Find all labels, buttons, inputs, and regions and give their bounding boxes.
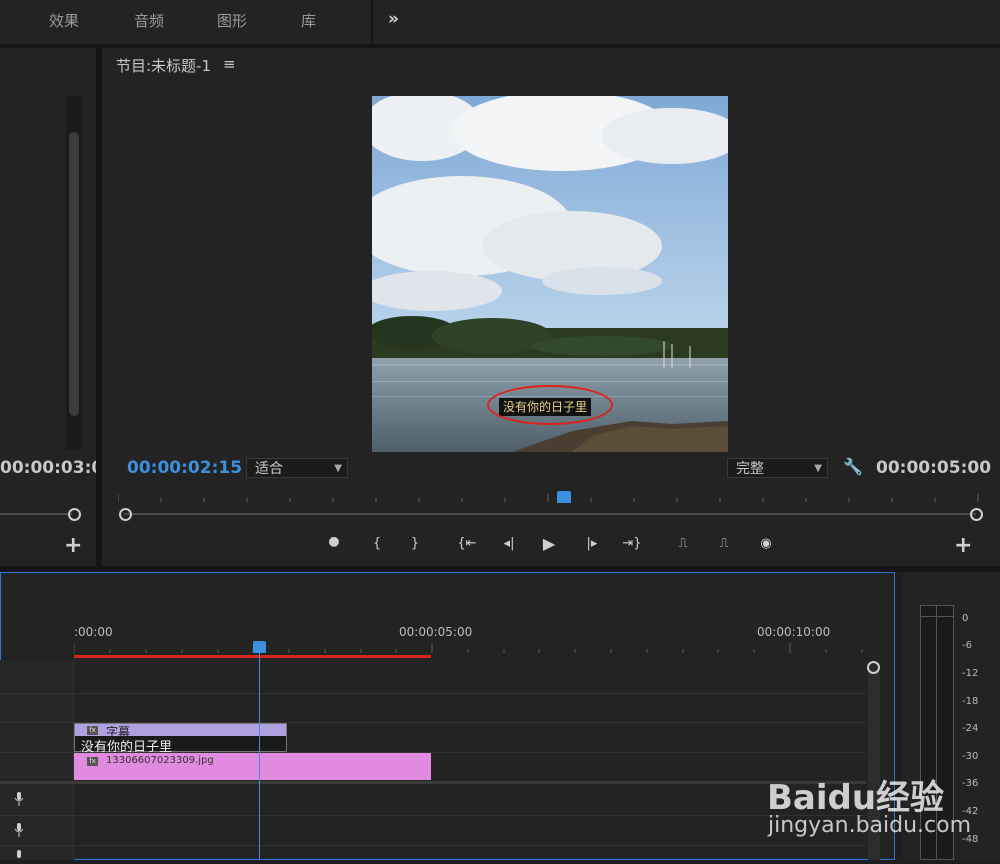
wrench-icon[interactable]: 🔧 <box>843 457 863 476</box>
program-monitor-title[interactable]: 节目:未标题-1 <box>116 55 211 76</box>
chevron-down-icon: ▼ <box>814 463 822 474</box>
meter-peak-line <box>920 616 954 617</box>
track-divider <box>0 693 866 694</box>
playback-resolution-value: 完整 <box>736 461 764 477</box>
program-zoom-knob-right[interactable] <box>970 508 983 521</box>
mark-out-icon[interactable]: } <box>404 535 426 553</box>
program-add-button[interactable]: + <box>954 533 972 558</box>
ruler-label-5s: 00:00:05:00 <box>399 625 473 639</box>
fx-badge-icon: fx <box>87 757 98 766</box>
track-divider <box>0 845 866 846</box>
program-zoom-bar[interactable] <box>124 513 976 515</box>
tab-effects[interactable]: 效果 <box>49 10 79 31</box>
program-playhead[interactable] <box>557 491 571 503</box>
source-scroll-thumb[interactable] <box>69 132 79 416</box>
tab-graphics[interactable]: 图形 <box>217 10 247 31</box>
panel-menu-icon[interactable]: ≡ <box>223 55 236 73</box>
zoom-level-value: 适合 <box>255 461 283 477</box>
program-duration-timecode: 00:00:05:00 <box>876 458 992 478</box>
meter-label: -24 <box>962 723 979 734</box>
meter-label: -18 <box>962 696 979 707</box>
chevron-down-icon: ▼ <box>334 463 342 474</box>
tab-libraries[interactable]: 库 <box>301 10 316 31</box>
source-zoom-knob[interactable] <box>68 508 81 521</box>
image-clip-label: 13306607023309.jpg <box>106 755 214 766</box>
meter-label: -12 <box>962 668 979 679</box>
track-headers <box>0 660 74 860</box>
step-back-icon[interactable]: ◂| <box>498 535 520 553</box>
more-tabs-button[interactable]: » <box>388 9 399 29</box>
program-current-timecode[interactable]: 00:00:02:15 <box>127 458 242 478</box>
watermark-url: jingyan.baidu.com <box>768 813 972 838</box>
work-area-bar[interactable] <box>74 655 431 658</box>
extract-icon[interactable]: ⎍ <box>713 535 735 553</box>
mark-in-icon[interactable]: { <box>366 535 388 553</box>
meter-label: -30 <box>962 751 979 762</box>
track-divider <box>0 815 866 816</box>
go-to-in-icon[interactable]: {⇤ <box>456 535 478 553</box>
zoom-level-select[interactable]: 适合 ▼ <box>246 458 348 478</box>
timeline-panel <box>0 572 895 860</box>
microphone-icon[interactable] <box>14 850 24 864</box>
play-icon[interactable]: ▶ <box>538 535 560 553</box>
export-frame-icon[interactable]: ◉ <box>755 535 777 553</box>
meter-label: -6 <box>962 640 972 651</box>
source-add-button[interactable]: + <box>64 533 82 558</box>
meter-label: 0 <box>962 613 969 624</box>
meter-label: -36 <box>962 778 979 789</box>
baidu-jingyan-logo: Baidu经验 <box>767 778 945 818</box>
playhead-line <box>259 653 260 860</box>
ruler-label-start: :00:00 <box>74 625 113 639</box>
playback-resolution-select[interactable]: 完整 ▼ <box>727 458 828 478</box>
timeline-ruler[interactable] <box>74 643 864 653</box>
tab-audio[interactable]: 音频 <box>134 10 164 31</box>
lift-icon[interactable]: ⎍ <box>672 535 694 553</box>
timeline-playhead[interactable] <box>253 641 266 653</box>
step-forward-icon[interactable]: |▸ <box>581 535 603 553</box>
fx-badge-icon: fx <box>87 726 98 735</box>
source-zoom-bar <box>0 513 72 515</box>
program-zoom-knob-left[interactable] <box>119 508 132 521</box>
video-audio-divider <box>0 781 866 784</box>
red-annotation-circle <box>487 385 613 425</box>
go-to-out-icon[interactable]: ⇥} <box>621 535 643 553</box>
tab-divider <box>371 0 373 44</box>
microphone-icon[interactable] <box>14 792 24 806</box>
timeline-scroll-knob[interactable] <box>867 661 880 674</box>
ruler-label-10s: 00:00:10:00 <box>757 625 831 639</box>
add-marker-icon[interactable]: ⯃ <box>323 535 345 553</box>
microphone-icon[interactable] <box>14 823 24 837</box>
program-time-ruler[interactable] <box>118 494 980 502</box>
